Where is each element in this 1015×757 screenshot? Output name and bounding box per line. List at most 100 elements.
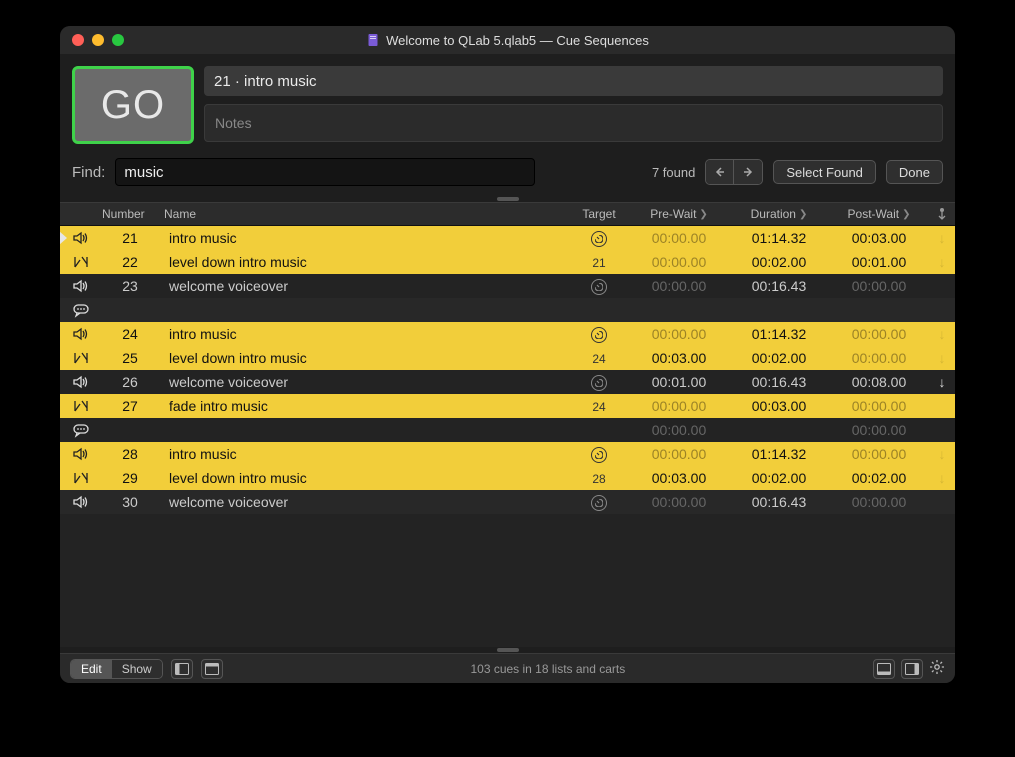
col-header-number[interactable]: Number <box>102 207 164 221</box>
panel-toggle-left[interactable] <box>171 659 193 679</box>
zoom-window-button[interactable] <box>112 34 124 46</box>
cue-row[interactable]: 30welcome voiceover00:00.0000:16.4300:00… <box>60 490 955 514</box>
cue-row[interactable]: 24intro music00:00.0001:14.3200:00.00↓ <box>60 322 955 346</box>
cue-row[interactable]: 21intro music00:00.0001:14.3200:03.00↓ <box>60 226 955 250</box>
continue-arrow-icon: ↓ <box>939 254 946 270</box>
col-header-prewait[interactable]: Pre-Wait❯ <box>629 207 729 221</box>
target-cue-number: 21 <box>592 256 605 270</box>
cue-type-icon <box>60 446 102 462</box>
go-button[interactable]: GO <box>72 66 194 144</box>
find-input[interactable] <box>115 158 535 186</box>
continue-mode-icon <box>937 207 947 221</box>
cue-number: 23 <box>102 278 164 294</box>
target-disc-icon <box>591 375 607 391</box>
cue-number: 22 <box>102 254 164 270</box>
cue-postwait: 00:00.00 <box>829 326 929 342</box>
cue-prewait: 00:01.00 <box>629 374 729 390</box>
notes-field[interactable]: Notes <box>204 104 943 142</box>
continue-arrow-icon: ↓ <box>939 374 946 390</box>
cue-row[interactable] <box>60 298 955 322</box>
find-prev-button[interactable] <box>706 160 734 184</box>
footer: Edit Show 103 cues in 18 lists and carts <box>60 653 955 683</box>
col-header-continue[interactable] <box>929 207 955 221</box>
col-header-name[interactable]: Name <box>164 207 569 221</box>
cue-prewait: 00:03.00 <box>629 350 729 366</box>
cue-type-icon <box>60 350 102 366</box>
cue-row[interactable]: 29level down intro music2800:03.0000:02.… <box>60 466 955 490</box>
cue-prewait: 00:00.00 <box>629 494 729 510</box>
cue-duration: 00:02.00 <box>729 470 829 486</box>
cue-continue-mode: ↓ <box>929 446 955 462</box>
chevron-right-icon: ❯ <box>902 209 910 220</box>
cue-number: 26 <box>102 374 164 390</box>
arrow-left-icon <box>714 166 726 178</box>
continue-arrow-icon: ↓ <box>939 230 946 246</box>
cue-continue-mode: ↓ <box>929 470 955 486</box>
minimize-window-button[interactable] <box>92 34 104 46</box>
continue-arrow-icon: ↓ <box>939 446 946 462</box>
cue-target: 21 <box>569 254 629 270</box>
cue-number: 27 <box>102 398 164 414</box>
cue-number: 21 <box>102 230 164 246</box>
cue-row[interactable]: 27fade intro music2400:00.0000:03.0000:0… <box>60 394 955 418</box>
cue-number: 29 <box>102 470 164 486</box>
settings-button[interactable] <box>929 659 945 679</box>
cue-name: welcome voiceover <box>164 374 569 390</box>
find-bar: Find: 7 found Select Found Done <box>60 152 955 196</box>
target-cue-number: 28 <box>592 472 605 486</box>
cue-name: level down intro music <box>164 350 569 366</box>
header: GO 21 · intro music Notes <box>60 54 955 152</box>
panel-icon <box>205 663 219 675</box>
panel-bottom-icon <box>877 663 891 675</box>
cue-target <box>569 230 629 247</box>
cue-row[interactable]: 25level down intro music2400:03.0000:02.… <box>60 346 955 370</box>
cue-number: 25 <box>102 350 164 366</box>
cue-name: intro music <box>164 446 569 462</box>
standby-cue-display[interactable]: 21 · intro music <box>204 66 943 96</box>
cue-type-icon <box>60 470 102 486</box>
cue-number: 30 <box>102 494 164 510</box>
sidebar-right-icon <box>905 663 919 675</box>
split-handle-top[interactable] <box>60 196 955 202</box>
find-next-button[interactable] <box>734 160 762 184</box>
cue-row[interactable]: 28intro music00:00.0001:14.3200:00.00↓ <box>60 442 955 466</box>
cue-row[interactable]: 26welcome voiceover 00:01.0000:16.4300:08… <box>60 370 955 394</box>
chevron-right-icon: ❯ <box>699 209 707 220</box>
arrow-right-icon <box>742 166 754 178</box>
select-found-button[interactable]: Select Found <box>773 160 876 184</box>
cue-target <box>569 278 629 295</box>
cue-row[interactable]: 00:00.0000:00.00 <box>60 418 955 442</box>
cue-prewait: 00:00.00 <box>629 422 729 438</box>
cue-type-icon <box>60 398 102 414</box>
cue-row[interactable]: 22level down intro music2100:00.0000:02.… <box>60 250 955 274</box>
cue-target <box>569 374 629 391</box>
panel-toggle-2[interactable] <box>201 659 223 679</box>
cue-type-icon <box>60 254 102 270</box>
edit-mode-button[interactable]: Edit <box>71 660 112 678</box>
target-cue-number: 24 <box>592 352 605 366</box>
cue-postwait: 00:03.00 <box>829 230 929 246</box>
col-header-postwait[interactable]: Post-Wait❯ <box>829 207 929 221</box>
traffic-lights <box>60 34 124 46</box>
continue-arrow-icon: ↓ <box>939 350 946 366</box>
cue-prewait: 00:00.00 <box>629 398 729 414</box>
col-header-duration[interactable]: Duration❯ <box>729 207 829 221</box>
done-button[interactable]: Done <box>886 160 943 184</box>
chevron-right-icon: ❯ <box>799 209 807 220</box>
cue-postwait: 00:08.00 <box>829 374 929 390</box>
cue-type-icon <box>60 422 102 438</box>
cue-duration: 00:16.43 <box>729 374 829 390</box>
show-mode-button[interactable]: Show <box>112 660 162 678</box>
split-handle-bottom[interactable] <box>60 647 955 653</box>
cue-prewait: 00:00.00 <box>629 446 729 462</box>
cue-duration: 01:14.32 <box>729 230 829 246</box>
cue-row[interactable]: 23welcome voiceover00:00.0000:16.4300:00… <box>60 274 955 298</box>
col-header-target[interactable]: Target <box>569 207 629 221</box>
table-body[interactable]: 21intro music00:00.0001:14.3200:03.00↓22… <box>60 226 955 647</box>
cue-type-icon <box>60 374 102 390</box>
cue-postwait: 00:00.00 <box>829 350 929 366</box>
cue-duration: 00:03.00 <box>729 398 829 414</box>
panel-toggle-right[interactable] <box>901 659 923 679</box>
close-window-button[interactable] <box>72 34 84 46</box>
panel-toggle-bottom[interactable] <box>873 659 895 679</box>
